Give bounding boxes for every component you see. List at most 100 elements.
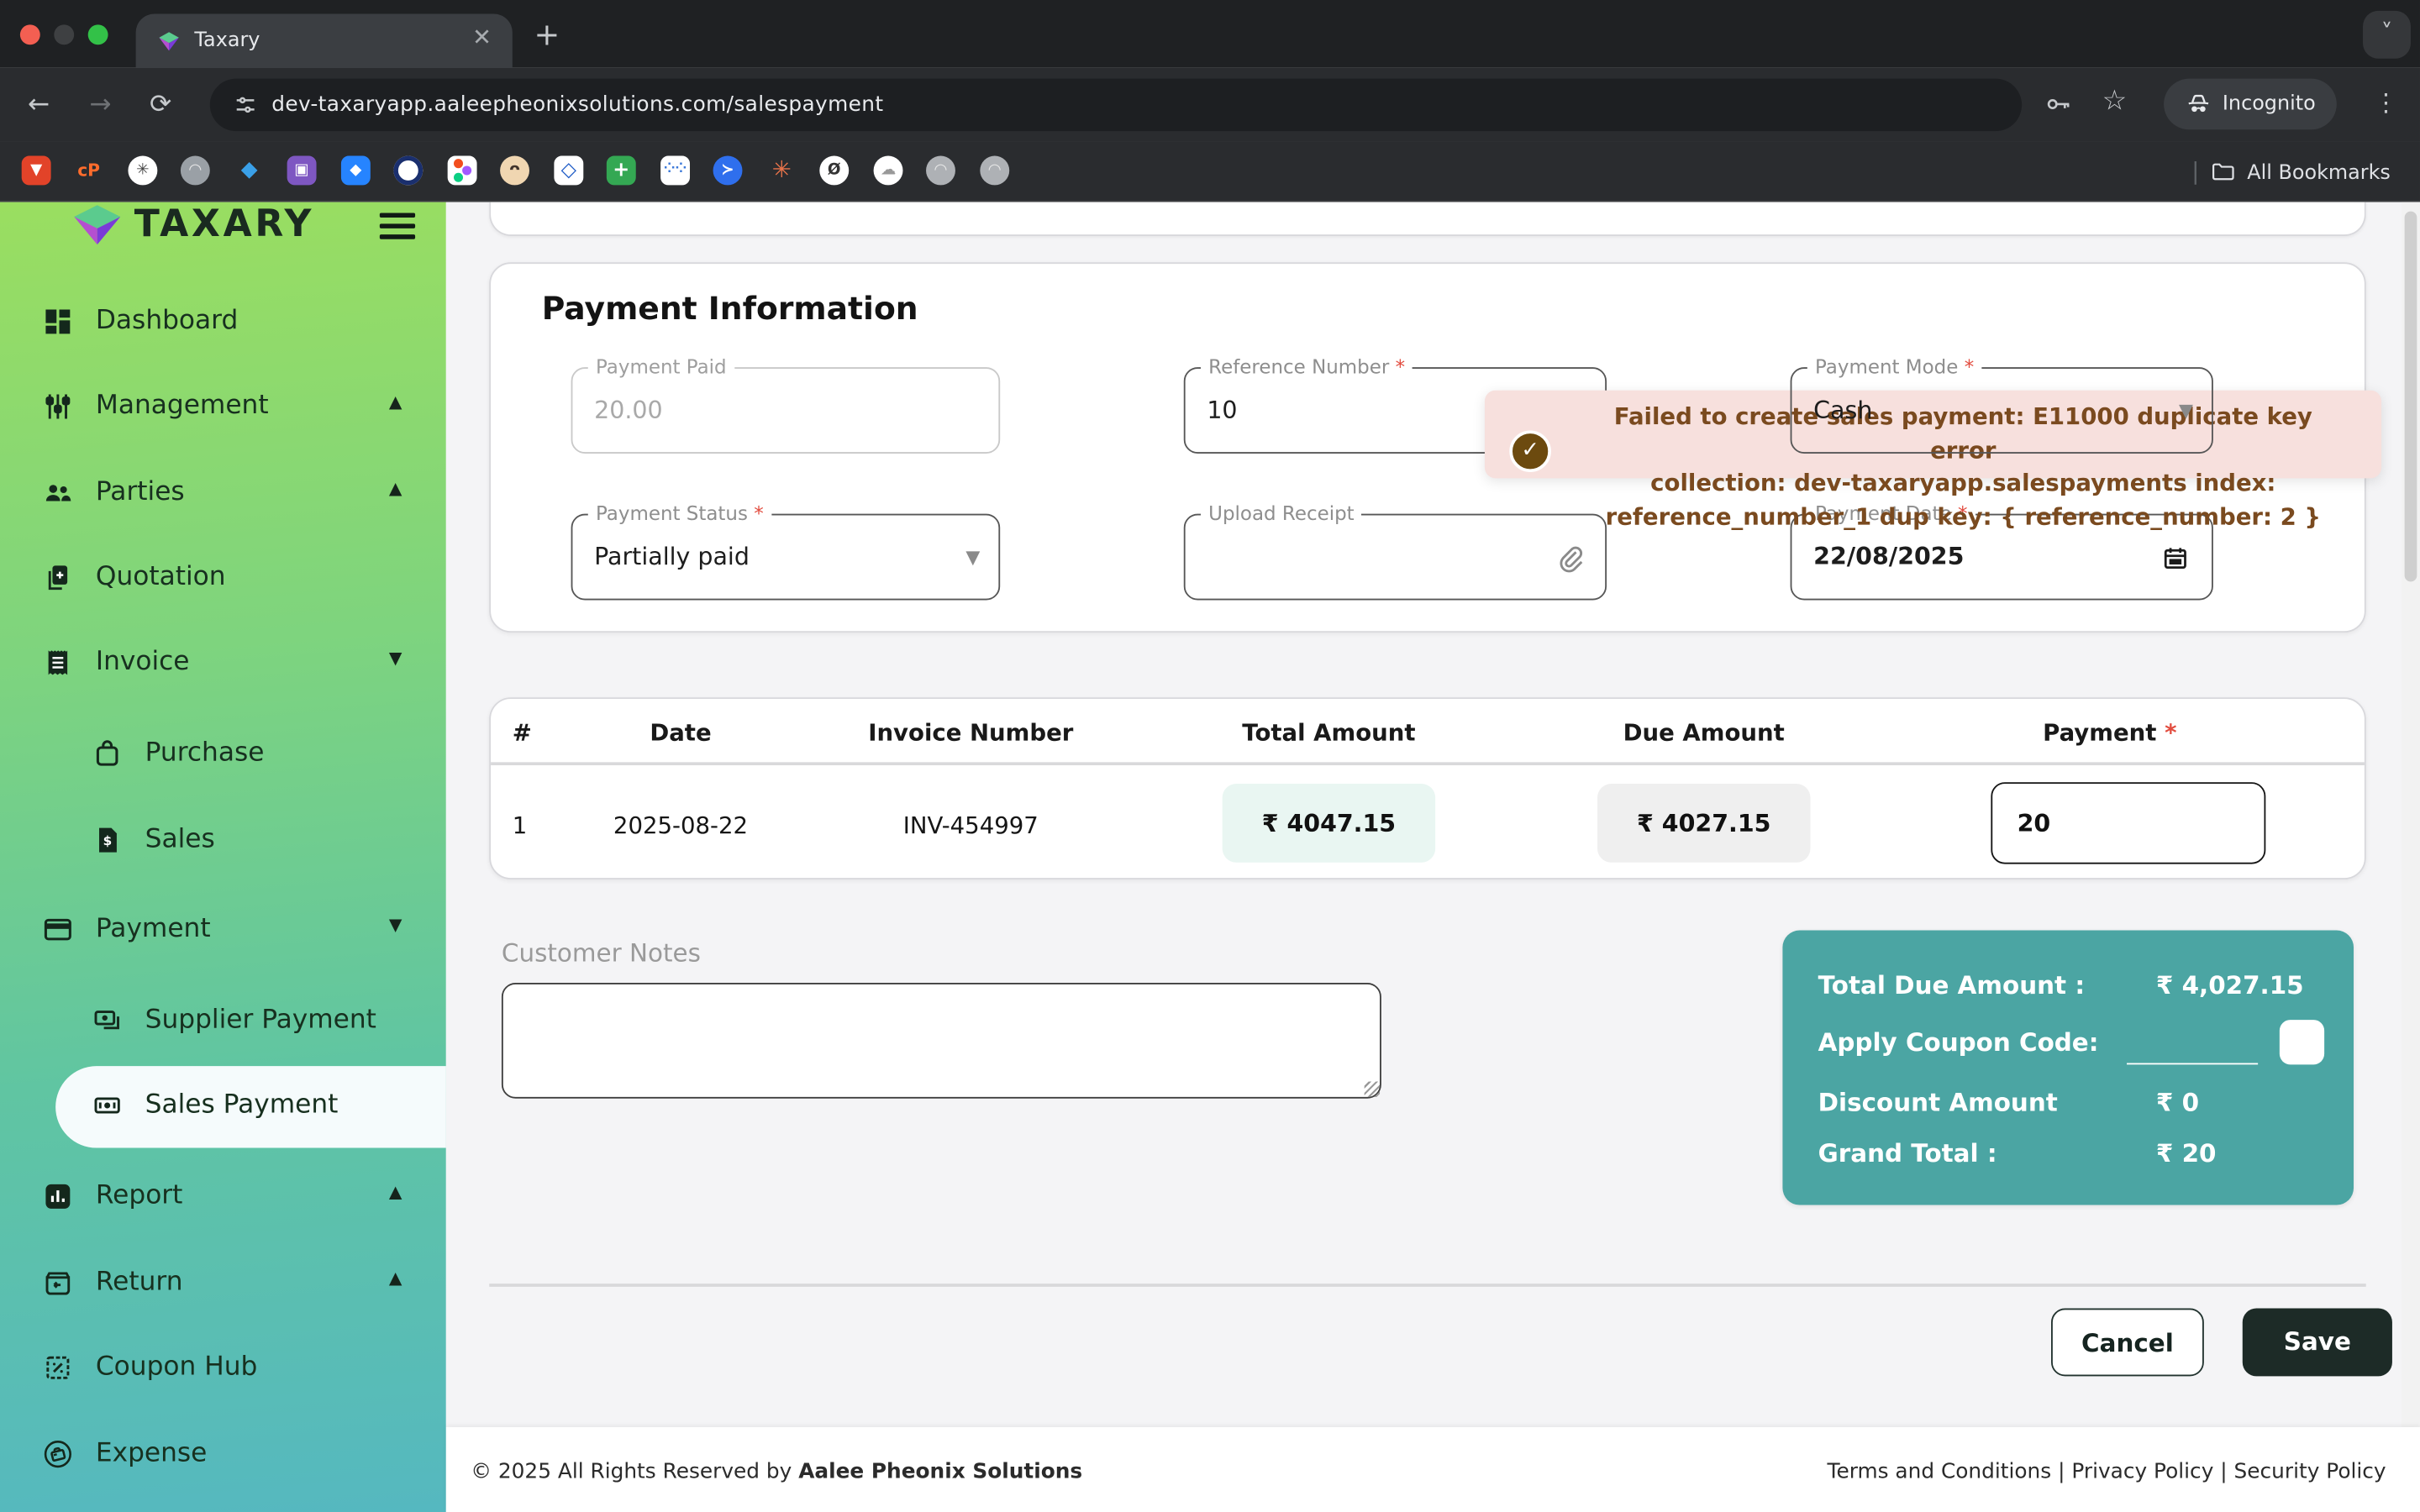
sidebar-item-invoice[interactable]: Invoice ▼ <box>0 633 446 694</box>
privacy-link[interactable]: Privacy Policy <box>2071 1460 2213 1484</box>
coupon-code-input[interactable] <box>2127 1063 2258 1065</box>
sidebar-item-report[interactable]: Report ▲ <box>0 1167 446 1228</box>
sidebar-item-coupon-hub[interactable]: Coupon Hub <box>0 1337 446 1399</box>
password-key-icon[interactable] <box>2044 90 2073 119</box>
receipt-icon <box>42 647 75 680</box>
bookmark-dot-grid-icon[interactable]: ⁘⁘ <box>660 156 690 186</box>
bookmark-jira-icon[interactable]: ◆ <box>341 156 371 186</box>
sidebar-item-quotation[interactable]: Quotation <box>0 548 446 609</box>
cancel-button[interactable]: Cancel <box>2051 1309 2204 1377</box>
window-zoom-button[interactable] <box>88 24 108 45</box>
bookmark-globe-icon[interactable]: ◠ <box>181 156 210 186</box>
bookmark-globe-icon[interactable]: ◠ <box>980 156 1009 186</box>
browser-window: Taxary ✕ + ˅ ← → ⟳ dev-taxaryapp.aaleeph… <box>0 0 2420 1512</box>
address-bar[interactable]: dev-taxaryapp.aaleepheonixsolutions.com/… <box>210 79 2022 131</box>
sidebar-item-sales[interactable]: $ Sales <box>0 810 446 871</box>
bookmark-star-icon[interactable]: ☆ <box>2102 85 2128 118</box>
browser-menu-kebab-icon[interactable]: ⋮ <box>2374 88 2398 118</box>
calendar-icon[interactable] <box>2160 543 2190 573</box>
sidebar-item-purchase[interactable]: Purchase <box>0 723 446 785</box>
terms-link[interactable]: Terms and Conditions <box>1828 1460 2052 1484</box>
payment-status-field[interactable]: Payment Status * Partially paid ▼ <box>571 514 1001 601</box>
bookmark-bird-icon[interactable]: ≻ <box>713 156 743 186</box>
sidebar-item-return[interactable]: Return ▲ <box>0 1252 446 1314</box>
textarea-resize-grip[interactable] <box>1365 1082 1380 1097</box>
bookmark-cloud-icon[interactable]: ☁ <box>874 156 903 186</box>
site-settings-icon[interactable] <box>232 91 260 118</box>
briefcase-circle-icon <box>42 1438 75 1471</box>
chevron-up-icon[interactable]: ▲ <box>389 1268 402 1289</box>
taxary-logo-icon <box>70 201 125 247</box>
dropdown-caret-icon[interactable]: ▼ <box>2179 400 2193 422</box>
grand-total-label: Grand Total : <box>1818 1139 1997 1168</box>
chevron-up-icon[interactable]: ▲ <box>389 1182 402 1202</box>
tab-close-icon[interactable]: ✕ <box>472 26 492 50</box>
security-link[interactable]: Security Policy <box>2234 1460 2386 1484</box>
bookmark-slashed-circle-icon[interactable]: Ø <box>819 156 849 186</box>
sidebar-item-dashboard[interactable]: Dashboard <box>0 291 446 353</box>
folder-icon <box>2210 159 2236 185</box>
sidebar-item-sales-payment[interactable]: Sales Payment <box>0 1075 446 1137</box>
payment-amount-input[interactable] <box>1991 782 2265 864</box>
return-box-icon <box>42 1267 75 1299</box>
chevron-up-icon[interactable]: ▲ <box>389 478 402 498</box>
copyright-text: © 2025 All Rights Reserved by Aalee Pheo… <box>471 1460 1082 1484</box>
coupon-code-label: Apply Coupon Code: <box>1818 1027 2099 1057</box>
tab-search-chevron-button[interactable]: ˅ <box>2363 11 2411 59</box>
toast-check-icon: ✓ <box>1509 430 1551 472</box>
forward-button[interactable]: → <box>90 90 112 121</box>
bookmark-cpanel-icon[interactable]: cP <box>74 156 103 186</box>
all-bookmarks-button[interactable]: All Bookmarks <box>2247 162 2391 186</box>
reload-button[interactable]: ⟳ <box>150 90 171 121</box>
company-name: Aalee Pheonix Solutions <box>798 1460 1082 1484</box>
bookmark-globe-icon[interactable]: ◠ <box>926 156 955 186</box>
bookmark-crystal-icon[interactable]: ◆ <box>234 156 264 186</box>
sidebar-toggle-hamburger-icon[interactable] <box>380 207 415 245</box>
sidebar-item-supplier-payment[interactable]: Supplier Payment <box>0 990 446 1052</box>
bookmark-devices-icon[interactable]: ▣ <box>287 156 317 186</box>
customer-notes-textarea[interactable] <box>502 983 1381 1099</box>
totals-panel: Total Due Amount : ₹ 4,027.15 Apply Coup… <box>1782 931 2354 1205</box>
bar-chart-icon <box>42 1180 75 1213</box>
bookmark-onix-solutions-icon[interactable]: ◇ <box>554 156 583 186</box>
coupon-apply-checkbox[interactable] <box>2280 1020 2324 1064</box>
payment-date-value[interactable]: 22/08/2025 <box>1813 543 1964 571</box>
table-header-num: # <box>513 719 544 747</box>
incognito-label: Incognito <box>2223 92 2316 116</box>
window-minimize-button[interactable] <box>54 24 74 45</box>
browser-tab[interactable]: Taxary ✕ <box>136 14 513 68</box>
payment-mode-field[interactable]: Payment Mode * Cash ▼ <box>1791 367 2213 454</box>
chevron-down-icon[interactable]: ▼ <box>389 648 402 668</box>
paperclip-icon[interactable] <box>1553 542 1586 575</box>
bookmark-health-plus-icon[interactable]: + <box>607 156 636 186</box>
chevron-down-icon[interactable]: ▼ <box>389 915 402 935</box>
payment-mode-value: Cash <box>1813 396 1872 424</box>
bookmark-jenkins-icon[interactable]: ᴖ <box>500 156 529 186</box>
bookmark-ring-icon[interactable] <box>393 156 423 186</box>
sales-document-icon: $ <box>91 824 124 857</box>
brand-name: TAXARY <box>134 202 314 245</box>
row-num: 1 <box>513 811 544 839</box>
back-button[interactable]: ← <box>28 90 50 121</box>
scrollbar-thumb[interactable] <box>2405 212 2417 582</box>
sidebar-item-parties[interactable]: Parties ▲ <box>0 463 446 524</box>
chevron-up-icon[interactable]: ▲ <box>389 392 402 412</box>
window-close-button[interactable] <box>20 24 40 45</box>
sidebar-item-expense[interactable]: Expense <box>0 1424 446 1485</box>
bookmark-figma-icon[interactable] <box>448 156 477 186</box>
dashboard-icon <box>42 306 75 339</box>
bookmark-gitlab-icon[interactable]: ▼ <box>22 156 51 186</box>
sidebar-item-payment[interactable]: Payment ▼ <box>0 900 446 961</box>
bookmark-openai-icon[interactable]: ✳ <box>128 156 157 186</box>
payment-status-value: Partially paid <box>594 543 750 571</box>
bookmark-starburst-icon[interactable]: ✳ <box>767 156 797 186</box>
upload-receipt-field[interactable]: Upload Receipt <box>1184 514 1607 601</box>
dropdown-caret-icon[interactable]: ▼ <box>965 546 980 568</box>
shopping-bag-icon <box>91 738 124 770</box>
new-tab-button[interactable]: + <box>534 18 560 50</box>
required-asterisk: * <box>1965 354 1974 378</box>
save-button[interactable]: Save <box>2243 1309 2392 1377</box>
sidebar-item-management[interactable]: Management ▲ <box>0 376 446 438</box>
url-text[interactable]: dev-taxaryapp.aaleepheonixsolutions.com/… <box>271 92 883 117</box>
discount-amount-label: Discount Amount <box>1818 1088 2058 1117</box>
